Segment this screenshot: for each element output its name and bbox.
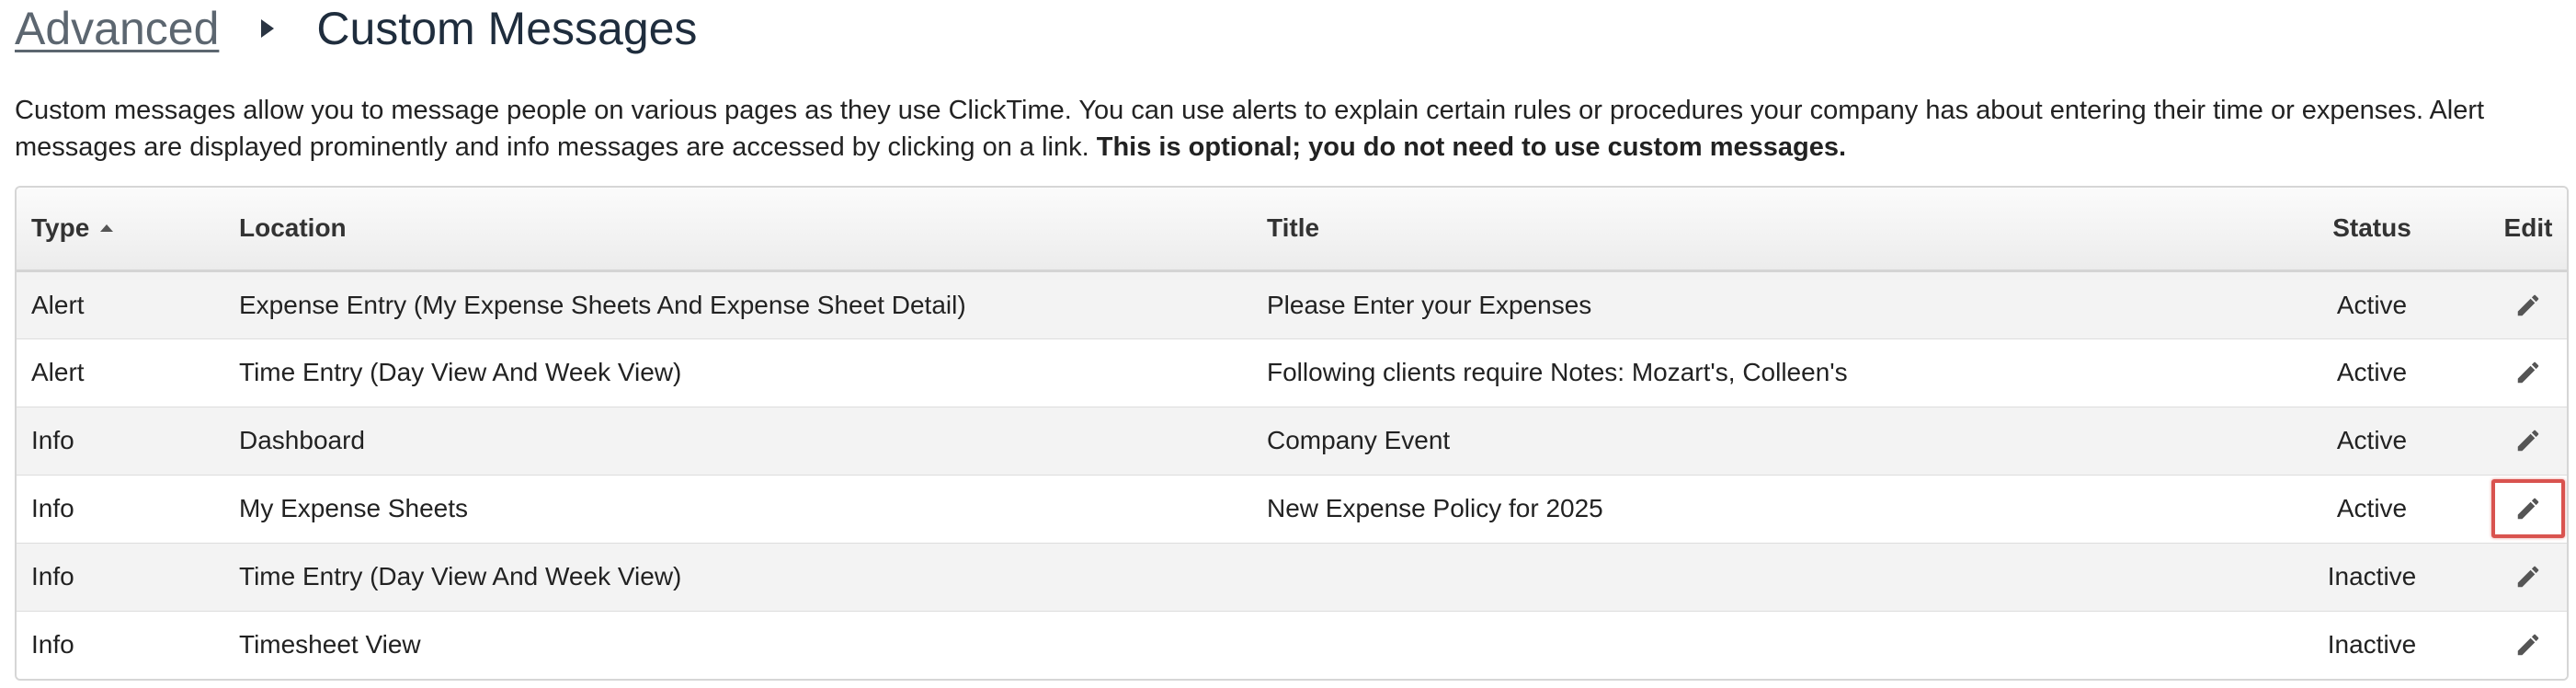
page-title: Custom Messages (316, 3, 698, 54)
cell-location: My Expense Sheets (239, 475, 1267, 544)
cell-title: Following clients require Notes: Mozart'… (1267, 338, 2273, 407)
edit-button[interactable] (2506, 350, 2550, 395)
edit-button[interactable] (2506, 419, 2550, 463)
column-header-location[interactable]: Location (239, 188, 1267, 272)
breadcrumb: Advanced Custom Messages (15, 0, 697, 57)
table-row: Info Dashboard Company Event Active (17, 407, 2567, 476)
pencil-icon (2514, 292, 2542, 319)
cell-type: Info (17, 475, 239, 544)
pencil-icon (2514, 495, 2542, 522)
table-row: Info Timesheet View Inactive (17, 611, 2567, 679)
cell-location: Timesheet View (239, 630, 421, 659)
triangle-right-icon (261, 19, 275, 38)
cell-location: Time Entry (Day View And Week View) (239, 543, 1267, 612)
column-header-status[interactable]: Status (2273, 188, 2471, 272)
cell-type: Alert (17, 338, 239, 407)
table-header-row: Type Location Title Status Edit (17, 188, 2567, 272)
table-row: Alert Time Entry (Day View And Week View)… (17, 338, 2567, 407)
custom-messages-table: Type Location Title Status Edit Alert Exp… (15, 186, 2569, 681)
cell-title: Please Enter your Expenses (1267, 270, 2273, 339)
pencil-icon (2514, 563, 2542, 591)
page-description: Custom messages allow you to message peo… (15, 92, 2561, 166)
sort-ascending-icon (100, 224, 114, 232)
cell-title: New Expense Policy for 2025 (1267, 475, 2273, 544)
cell-location: Time Entry (Day View And Week View) (239, 338, 1267, 407)
cell-status: Inactive (2327, 630, 2417, 659)
cell-type: Info (31, 630, 74, 659)
cell-location: Dashboard (239, 407, 1267, 476)
cell-status: Active (2273, 475, 2471, 544)
edit-button[interactable] (2506, 283, 2550, 327)
pencil-icon (2514, 359, 2542, 386)
edit-button[interactable] (2491, 479, 2565, 538)
cell-edit (2471, 338, 2567, 407)
edit-button[interactable] (2506, 555, 2550, 599)
cell-title (1267, 611, 2273, 679)
cell-status: Active (2273, 407, 2471, 476)
cell-type: Alert (17, 270, 239, 339)
table-row: Alert Expense Entry (My Expense Sheets An… (17, 270, 2567, 339)
cell-edit (2471, 270, 2567, 339)
column-header-type[interactable]: Type (17, 188, 239, 272)
breadcrumb-link-advanced[interactable]: Advanced (15, 0, 219, 57)
cell-edit (2471, 407, 2567, 476)
pencil-icon (2514, 427, 2542, 454)
description-bold-note: This is optional; you do not need to use… (1096, 132, 1847, 162)
pencil-icon (2514, 631, 2542, 659)
cell-status: Inactive (2273, 543, 2471, 612)
cell-title (1267, 543, 2273, 612)
table-row: Info Time Entry (Day View And Week View) I… (17, 543, 2567, 612)
column-header-type-label: Type (31, 213, 90, 243)
cell-edit (2471, 475, 2567, 544)
column-header-title[interactable]: Title (1267, 188, 2273, 272)
edit-button[interactable] (2506, 623, 2550, 667)
cell-edit (2471, 543, 2567, 612)
cell-status: Active (2273, 270, 2471, 339)
cell-edit (2471, 611, 2567, 679)
cell-type: Info (17, 543, 239, 612)
cell-title: Company Event (1267, 407, 2273, 476)
table-row: Info My Expense Sheets New Expense Policy … (17, 475, 2567, 544)
column-header-edit: Edit (2471, 188, 2567, 272)
cell-location: Expense Entry (My Expense Sheets And Exp… (239, 270, 1267, 339)
cell-type: Info (17, 407, 239, 476)
cell-status: Active (2273, 338, 2471, 407)
